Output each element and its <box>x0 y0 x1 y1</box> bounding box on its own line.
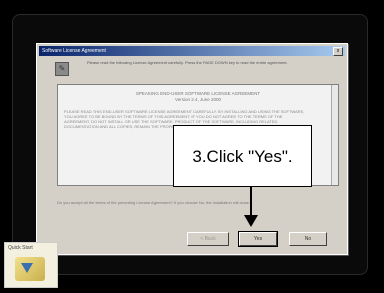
quick-start-logo: Quick Start <box>4 242 58 288</box>
no-button[interactable]: No <box>289 232 327 246</box>
eula-heading: SPEAKING END-USER SOFTWARE LICENSE AGREE… <box>135 91 261 102</box>
pointer-arrow-icon <box>244 215 258 227</box>
logo-arrow-icon <box>21 263 33 273</box>
yes-button[interactable]: Yes <box>238 231 278 247</box>
back-button[interactable]: < Back <box>187 232 229 246</box>
dialog-titlebar: Software License Agreement x <box>39 46 345 56</box>
dialog-intro-text: Please read the following License Agreem… <box>87 60 288 65</box>
close-button[interactable]: x <box>333 47 343 56</box>
accept-question: Do you accept all the terms of the prece… <box>57 200 250 205</box>
logo-label: Quick Start <box>8 245 33 251</box>
license-icon: ✎ <box>55 62 69 76</box>
pointer-arrow-shaft <box>250 187 252 217</box>
instruction-callout: 3.Click "Yes". <box>173 125 312 187</box>
license-scrollbar[interactable] <box>331 85 338 185</box>
dialog-title: Software License Agreement <box>42 48 106 54</box>
